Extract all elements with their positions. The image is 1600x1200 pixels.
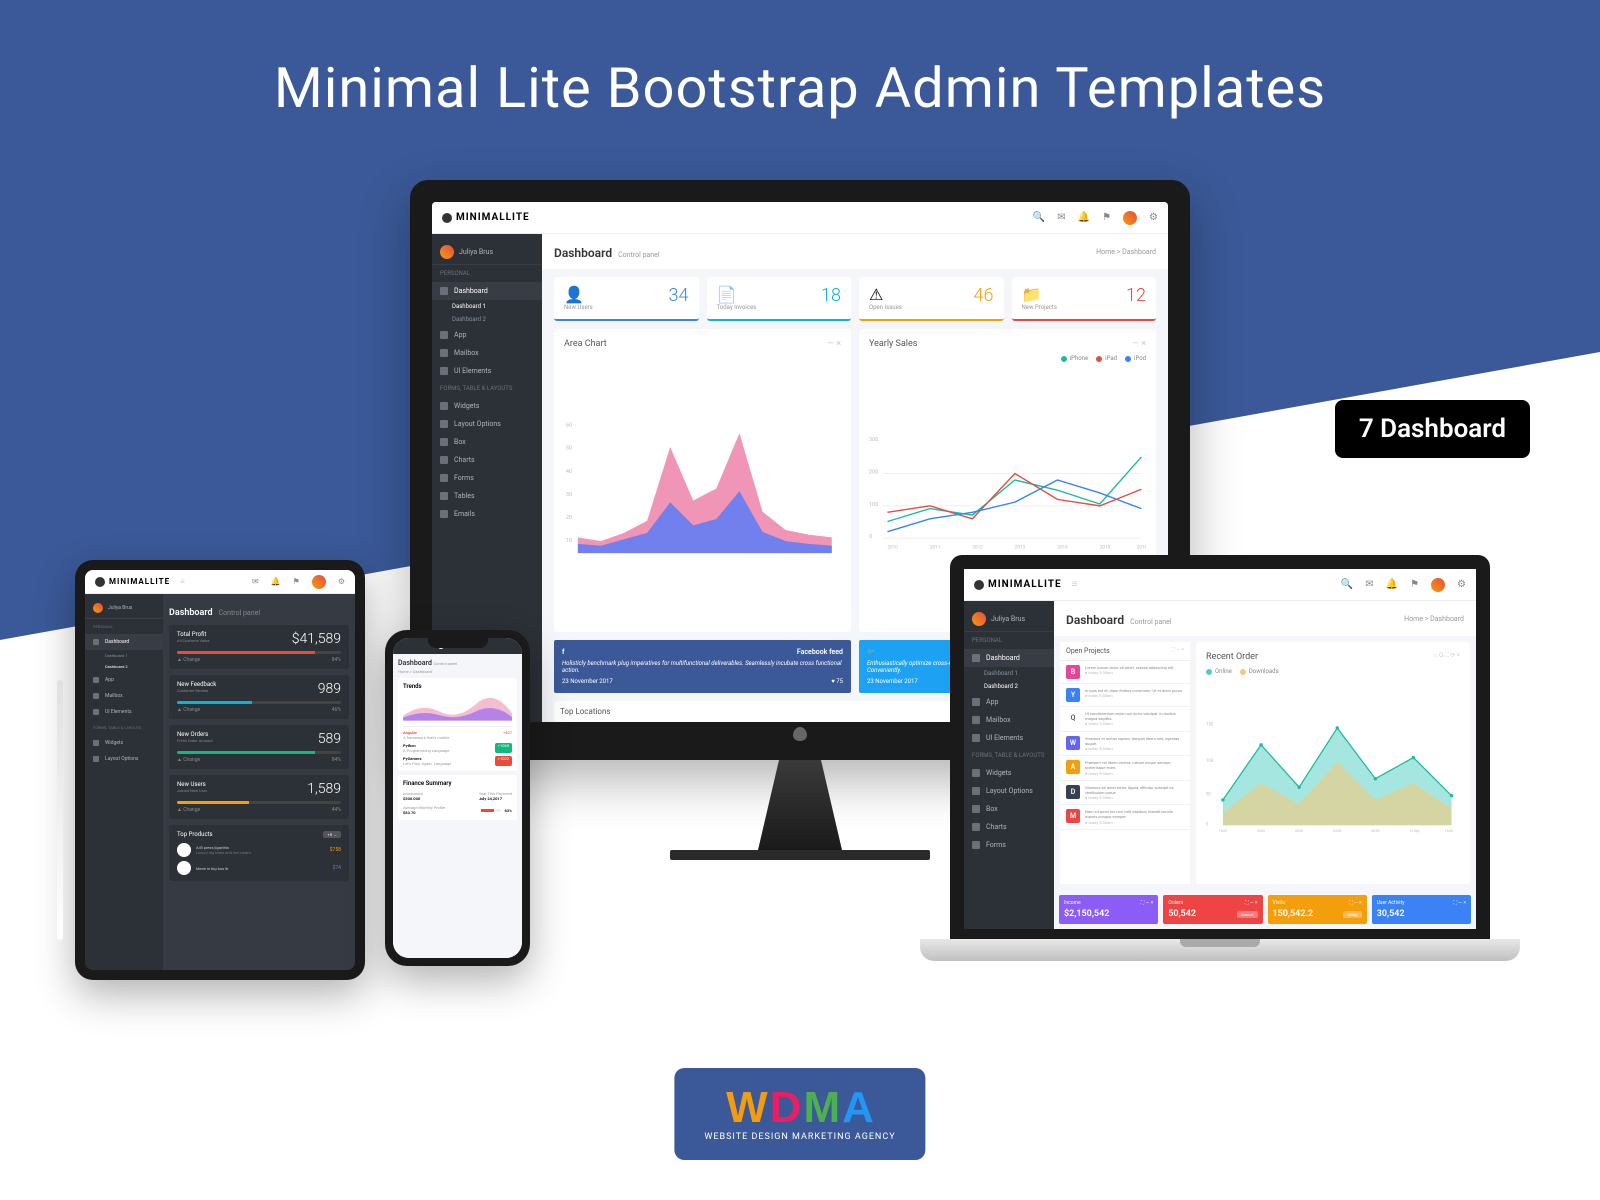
svg-text:40: 40 <box>566 469 572 475</box>
brand-logo[interactable]: MINIMALLITE <box>442 212 530 223</box>
sidebar-item-tables[interactable]: Tables <box>432 487 542 505</box>
mail-icon[interactable]: ✉ <box>1057 212 1065 223</box>
search-icon[interactable]: 🔍 <box>1033 212 1045 223</box>
breadcrumb: Home > Dashboard <box>1096 248 1156 256</box>
project-item[interactable]: MNam sit amet leo non velit dapibus, bla… <box>1060 805 1190 830</box>
svg-text:0: 0 <box>1206 822 1209 827</box>
svg-text:2011: 2011 <box>930 544 940 550</box>
sidebar-user[interactable]: Juliya Brus <box>432 240 542 265</box>
top-products: Top Products+5 → A/B press jigarthisLuxu… <box>169 825 349 881</box>
page-header: DashboardControl panel Home > Dashboard <box>542 234 1168 269</box>
svg-text:100: 100 <box>869 502 878 508</box>
twitter-icon: 🐦 <box>867 648 876 656</box>
open-projects-panel: Open Projects⛶ — × BLorem ipsum dolor si… <box>1060 642 1190 884</box>
project-item[interactable]: DVivamus sit amet tortor lijgula, effici… <box>1060 781 1190 806</box>
svg-text:12 Sep: 12 Sep <box>1409 829 1419 833</box>
sidebar-item-forms[interactable]: Forms <box>432 469 542 487</box>
svg-text:04:00: 04:00 <box>1333 829 1342 833</box>
svg-text:16:00: 16:00 <box>1445 829 1454 833</box>
facebook-feed[interactable]: fFacebook feed Holisticly benchmark plug… <box>554 640 851 693</box>
wdma-logo: W D M A WEBSITE DESIGN MARKETING AGENCY <box>674 1068 925 1160</box>
sidebar-item-emails[interactable]: Emails <box>432 505 542 523</box>
svg-text:200: 200 <box>869 470 878 476</box>
flag-icon[interactable]: ⚑ <box>1102 212 1111 223</box>
stat-feedback: New FeedbackCustomer Review989 ▲ Change4… <box>169 675 349 719</box>
svg-text:50: 50 <box>1206 793 1211 798</box>
facebook-icon: f <box>562 648 565 656</box>
user-avatar[interactable] <box>1123 211 1137 225</box>
hero-title: Minimal Lite Bootstrap Admin Templates <box>0 55 1600 121</box>
apple-pencil <box>57 680 63 940</box>
project-item[interactable]: BLorem ipsum dolor sit amet, massa adipi… <box>1060 661 1190 684</box>
sidebar-item-app[interactable]: App <box>432 326 542 344</box>
sidebar-item-box[interactable]: Box <box>432 433 542 451</box>
stat-new-users[interactable]: 👤New Users34 <box>554 277 699 321</box>
svg-text:100: 100 <box>1206 759 1214 764</box>
laptop-mockup: MINIMALLITE≡ 🔍✉🔔⚑⚙ Juliya Brus PERSONAL … <box>920 555 1520 961</box>
svg-text:50: 50 <box>566 446 572 452</box>
dashboard-count-badge: 7 Dashboard <box>1335 400 1530 458</box>
orders-card[interactable]: Orders⛶ — ×50,542Annual <box>1163 895 1262 924</box>
income-card[interactable]: Income⛶ — ×$2,150,542 <box>1059 895 1158 924</box>
stat-issues[interactable]: ⚠Open Issues46 <box>859 277 1004 321</box>
visits-card[interactable]: Visits⛶ — ×150,542.2Today <box>1268 895 1367 924</box>
stat-orders: New OrdersFresh Order Amount589 ▲ Change… <box>169 725 349 769</box>
stat-invoices[interactable]: 📄Today Invoices18 <box>707 277 852 321</box>
recent-order-chart: 150 100 50 0 16:00 20:00 00:00 04:00 08:00 12 Se… <box>1206 675 1460 874</box>
svg-text:20:00: 20:00 <box>1257 829 1266 833</box>
svg-text:300: 300 <box>869 437 878 443</box>
svg-text:2016: 2016 <box>1137 544 1146 550</box>
project-item[interactable]: APraesent vel libero viverra, rutrum neq… <box>1060 756 1190 781</box>
sidebar-item-dashboard[interactable]: Dashboard <box>432 282 542 300</box>
tablet-sidebar: Juliya Brus PERSONAL Dashboard Dashboard… <box>85 594 163 970</box>
project-item[interactable]: WVivamus et metus sapien, tempus libero … <box>1060 732 1190 757</box>
svg-text:2013: 2013 <box>1015 544 1026 550</box>
stat-users: New UsersJoined New User1,589 ▲ Change44… <box>169 775 349 819</box>
svg-text:2014: 2014 <box>1057 544 1068 550</box>
recent-order-card: Recent Order○ Q ⛶ ⟳ × OnlineDownloads 15… <box>1196 642 1470 884</box>
svg-text:0: 0 <box>869 534 872 540</box>
stat-total-profit: Total ProfitAll Customs Value$41,589 ▲ C… <box>169 625 349 669</box>
svg-text:2015: 2015 <box>1100 544 1111 550</box>
svg-text:20: 20 <box>566 515 572 521</box>
svg-text:2012: 2012 <box>972 544 983 550</box>
page-title: Dashboard <box>554 246 612 260</box>
project-item[interactable]: YIn quis est et, diam finibus commodo. U… <box>1060 684 1190 707</box>
sidebar-item-widgets[interactable]: Widgets <box>432 397 542 415</box>
sidebar-sub-dash1[interactable]: Dashboard 1 <box>432 300 542 313</box>
laptop-sidebar: Juliya Brus PERSONAL Dashboard Dashboard… <box>964 601 1054 929</box>
stat-projects[interactable]: 📁New Projects12 <box>1012 277 1157 321</box>
svg-text:08:00: 08:00 <box>1371 829 1380 833</box>
sidebar-item-mailbox[interactable]: Mailbox <box>432 344 542 362</box>
sidebar-item-ui[interactable]: UI Elements <box>432 362 542 380</box>
sidebar-sub-dash2[interactable]: Dashboard 2 <box>432 313 542 326</box>
area-chart-card: Area Chart— × 605040302010 <box>554 329 851 632</box>
sidebar-item-layout[interactable]: Layout Options <box>432 415 542 433</box>
svg-text:2010: 2010 <box>887 544 898 550</box>
area-chart: 60 50 40 30 20 10 <box>564 355 841 622</box>
svg-text:16:00: 16:00 <box>1219 829 1228 833</box>
apple-logo-icon <box>793 727 807 741</box>
svg-text:00:00: 00:00 <box>1295 829 1304 833</box>
phone-mockup: MINIMALLITE Dashboard Control panel Home… <box>385 630 530 966</box>
sidebar-item-charts[interactable]: Charts <box>432 451 542 469</box>
project-item[interactable]: QUt condimentum enim non dolor volutpat,… <box>1060 707 1190 732</box>
topbar: MINIMALLITE 🔍 ✉ 🔔 ⚑ ⚙ <box>432 202 1168 234</box>
bell-icon[interactable]: 🔔 <box>1078 212 1090 223</box>
trends-card: Trends AngularA framework that's mobile+… <box>398 678 517 771</box>
finance-summary: Finance Summary Investment$500.000 Year … <box>398 775 517 820</box>
svg-text:30: 30 <box>566 492 572 498</box>
activity-card[interactable]: User Activity⛶ — ×30,542 <box>1372 895 1471 924</box>
svg-text:60: 60 <box>566 423 572 429</box>
svg-text:150: 150 <box>1206 722 1214 727</box>
svg-text:10: 10 <box>566 538 572 544</box>
tablet-mockup: MINIMALLITE≡ ✉🔔⚑⚙ Juliya Brus PERSONAL D… <box>75 560 365 980</box>
settings-icon[interactable]: ⚙ <box>1149 212 1158 223</box>
